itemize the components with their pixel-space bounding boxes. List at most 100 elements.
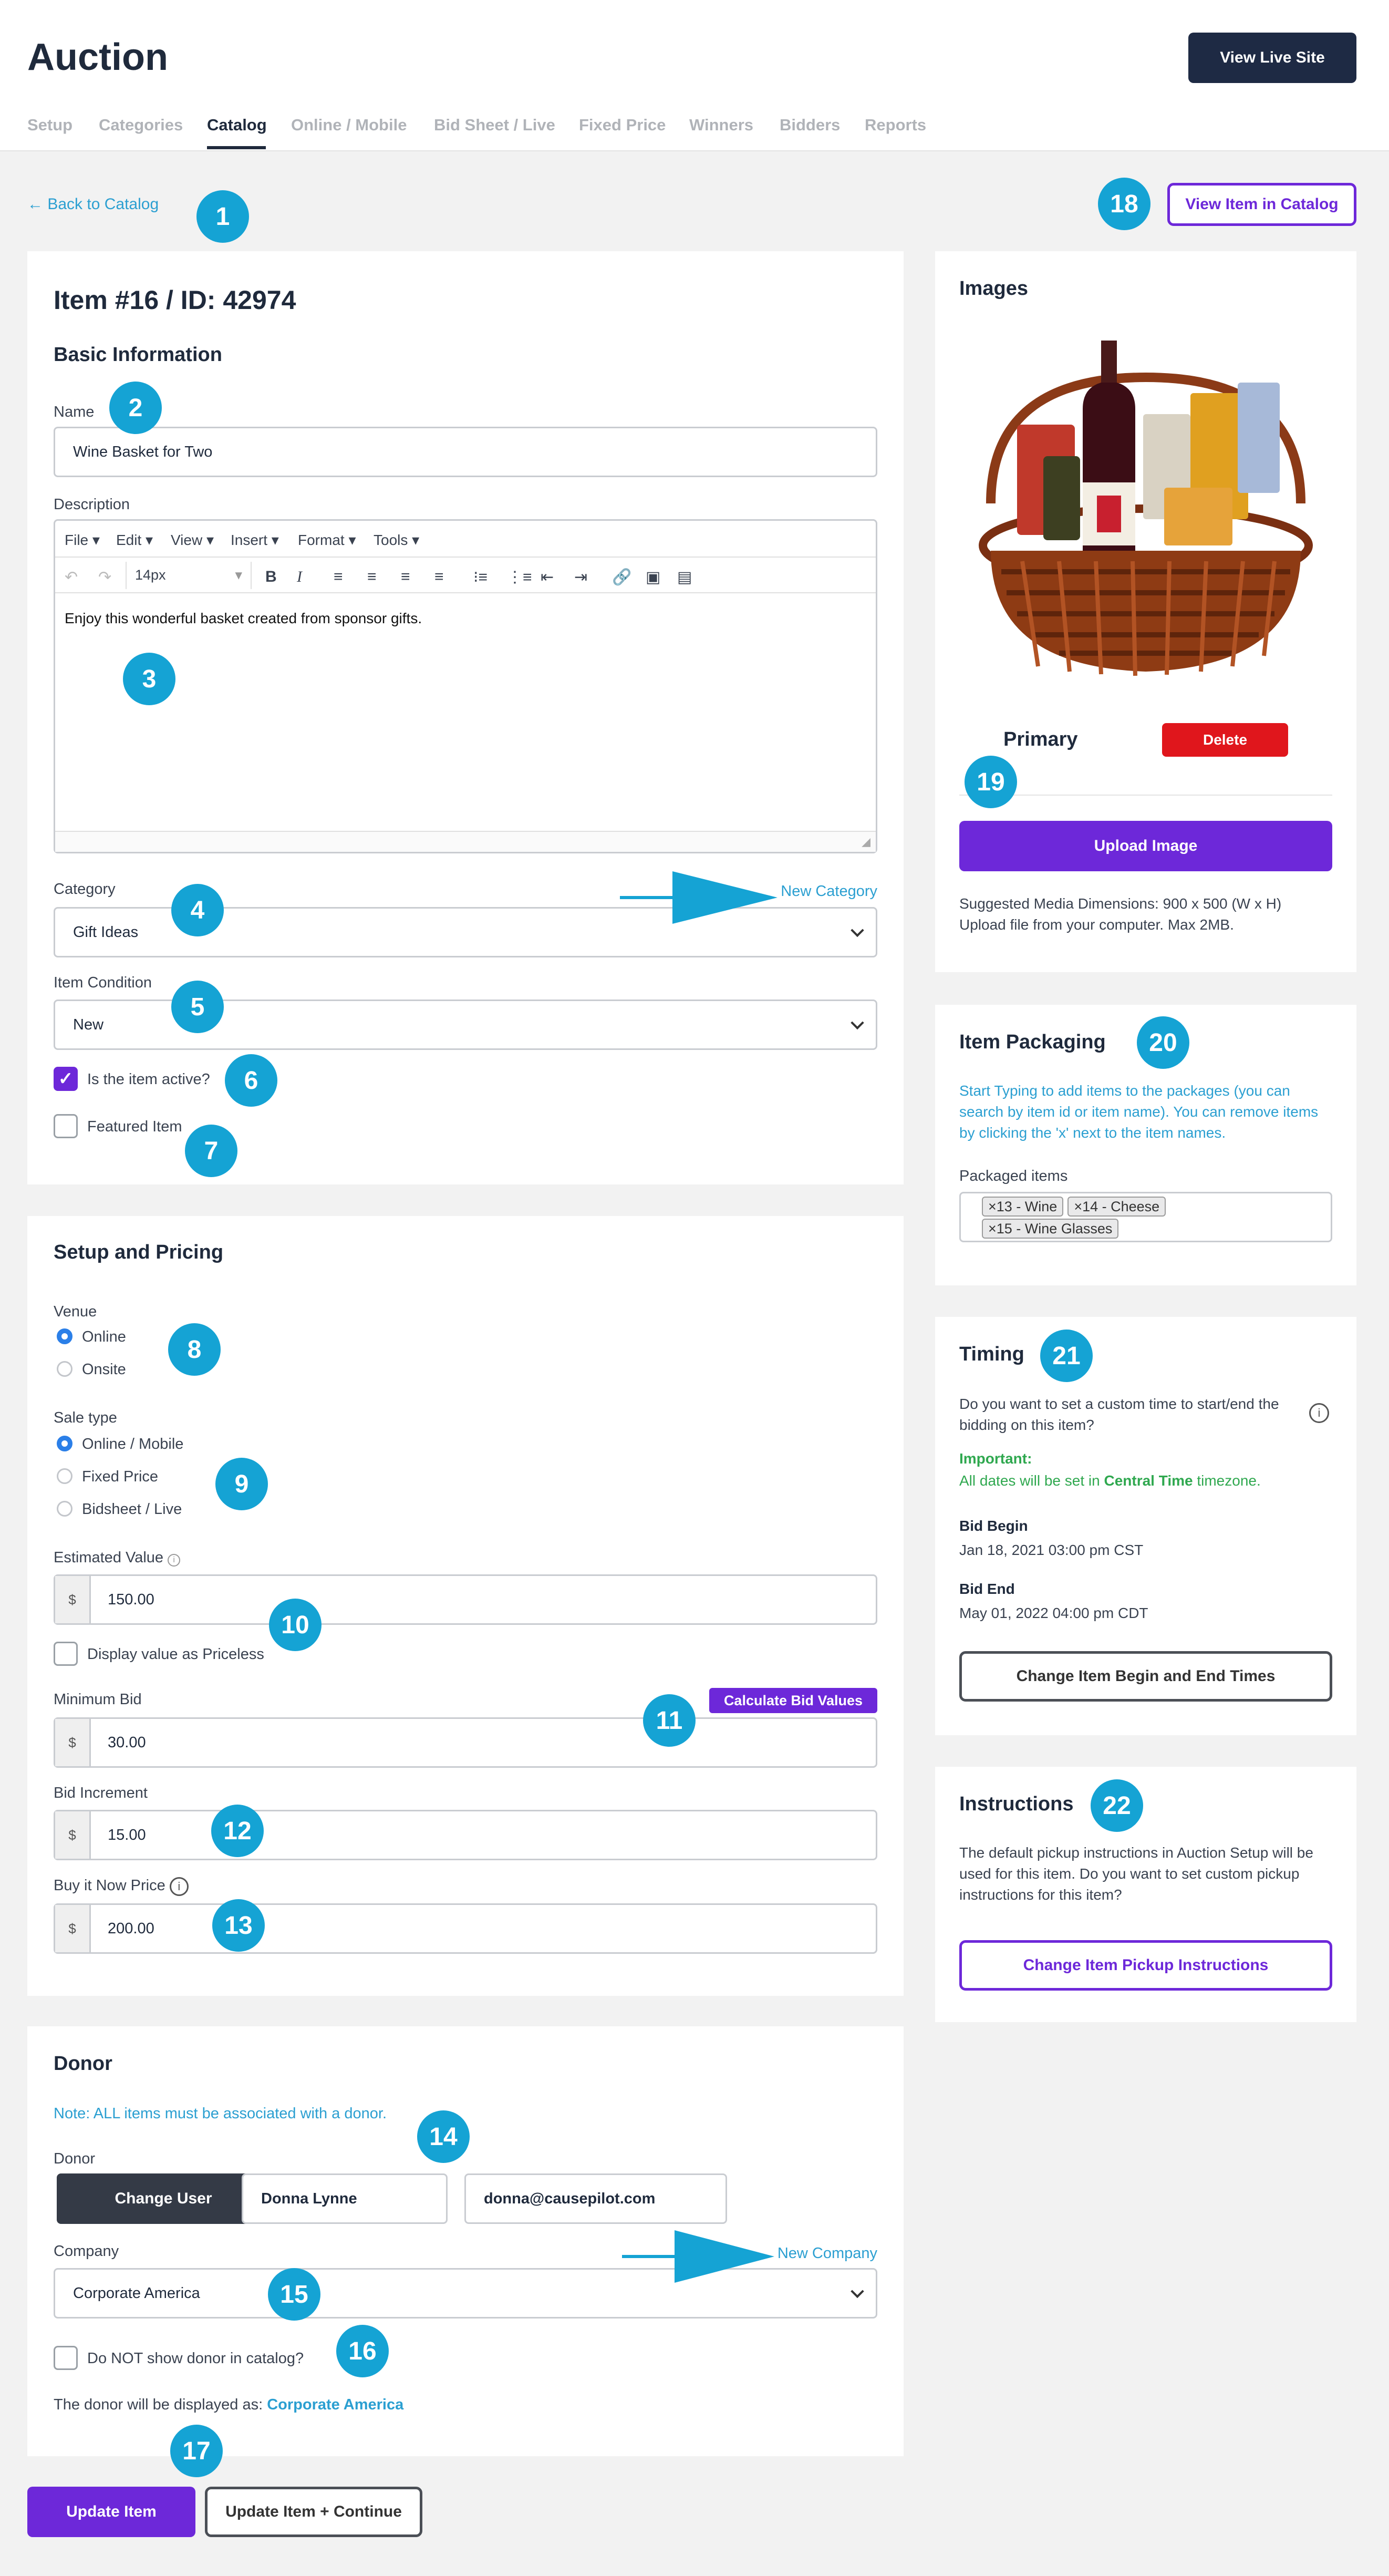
change-begin-end-times-button[interactable]: Change Item Begin and End Times	[959, 1651, 1332, 1702]
undo-icon[interactable]: ↶	[65, 568, 78, 586]
bid-end-value: May 01, 2022 04:00 pm CDT	[959, 1605, 1148, 1621]
priceless-label: Display value as Priceless	[87, 1646, 264, 1663]
tab-catalog[interactable]: Catalog	[207, 116, 267, 135]
info-icon[interactable]: i	[168, 1554, 181, 1567]
hide-donor-label: Do NOT show donor in catalog?	[87, 2350, 304, 2367]
tab-reports[interactable]: Reports	[865, 116, 926, 135]
align-justify-icon[interactable]: ≡	[434, 568, 444, 586]
donor-heading: Donor	[54, 2053, 112, 2075]
buy-now-label: Buy it Now Price i	[54, 1877, 189, 1896]
annotation-badge: 1	[196, 190, 249, 243]
annotation-badge: 5	[171, 981, 224, 1033]
upload-image-button[interactable]: Upload Image	[959, 821, 1332, 871]
venue-online-label: Online	[82, 1328, 126, 1345]
annotation-badge: 7	[185, 1125, 237, 1177]
bold-icon[interactable]: B	[265, 568, 277, 586]
remove-tag-icon[interactable]: ×	[988, 1221, 997, 1237]
tab-winners[interactable]: Winners	[689, 116, 753, 135]
align-center-icon[interactable]: ≡	[367, 568, 377, 586]
remove-tag-icon[interactable]: ×	[988, 1199, 997, 1214]
new-category-link[interactable]: New Category	[781, 883, 877, 900]
update-item-continue-button[interactable]: Update Item + Continue	[205, 2487, 422, 2537]
italic-icon[interactable]: I	[297, 568, 302, 586]
font-size-select[interactable]: 14px ▾	[126, 562, 252, 589]
donor-note: Note: ALL items must be associated with …	[54, 2105, 387, 2122]
editor-menu-format[interactable]: Format ▾	[298, 531, 356, 549]
view-item-in-catalog-button[interactable]: View Item in Catalog	[1167, 183, 1356, 226]
bullet-list-icon[interactable]: ⁝≡	[473, 568, 488, 586]
donor-email-field[interactable]: donna@causepilot.com	[464, 2173, 727, 2224]
buy-now-input[interactable]: $200.00	[54, 1903, 877, 1954]
timezone-name: Central Time	[1104, 1472, 1193, 1489]
important-label: Important:	[959, 1450, 1032, 1467]
donor-name-field[interactable]: Donna Lynne	[242, 2173, 448, 2224]
change-user-button[interactable]: Change User	[57, 2173, 270, 2224]
image-icon[interactable]: ▣	[646, 568, 660, 586]
packaged-items-input[interactable]: ×13 - Wine ×14 - Cheese ×15 - Wine Glasse…	[959, 1192, 1332, 1242]
sale-bidsheet-live-label: Bidsheet / Live	[82, 1501, 182, 1518]
estimated-value-input[interactable]: $150.00	[54, 1574, 877, 1625]
venue-online-radio[interactable]	[57, 1328, 72, 1344]
bid-increment-label: Bid Increment	[54, 1785, 148, 1801]
sale-bidsheet-live-radio[interactable]	[57, 1501, 72, 1517]
instructions-card: Instructions The default pickup instruct…	[935, 1767, 1356, 2022]
editor-menu-view[interactable]: View ▾	[171, 531, 214, 549]
active-checkbox[interactable]: ✓	[54, 1067, 78, 1091]
info-icon[interactable]: i	[169, 1877, 189, 1896]
view-live-site-button[interactable]: View Live Site	[1188, 33, 1356, 83]
package-tag[interactable]: ×14 - Cheese	[1067, 1197, 1166, 1217]
align-right-icon[interactable]: ≡	[401, 568, 410, 586]
tab-bid-sheet-live[interactable]: Bid Sheet / Live	[434, 116, 555, 135]
minimum-bid-label: Minimum Bid	[54, 1691, 142, 1708]
instructions-heading: Instructions	[959, 1793, 1074, 1815]
new-company-link[interactable]: New Company	[778, 2245, 877, 2262]
remove-tag-icon[interactable]: ×	[1074, 1199, 1082, 1214]
back-link-label: Back to Catalog	[47, 195, 159, 213]
description-text[interactable]: Enjoy this wonderful basket created from…	[65, 610, 422, 627]
sale-fixed-price-radio[interactable]	[57, 1468, 72, 1484]
hide-donor-checkbox[interactable]	[54, 2346, 78, 2370]
indent-icon[interactable]: ⇥	[574, 568, 587, 586]
chevron-down-icon: ▾	[235, 567, 242, 583]
featured-checkbox[interactable]	[54, 1114, 78, 1138]
info-icon[interactable]: i	[1309, 1403, 1329, 1423]
font-size-value: 14px	[135, 567, 166, 583]
buy-now-value: 200.00	[108, 1920, 154, 1937]
delete-image-button[interactable]: Delete	[1162, 723, 1288, 757]
editor-menu-file[interactable]: File ▾	[65, 531, 100, 549]
media-icon[interactable]: ▤	[677, 568, 692, 586]
venue-onsite-radio[interactable]	[57, 1361, 72, 1377]
bid-increment-value: 15.00	[108, 1826, 146, 1843]
outdent-icon[interactable]: ⇤	[541, 568, 554, 586]
sale-online-mobile-radio[interactable]	[57, 1436, 72, 1451]
redo-icon[interactable]: ↷	[98, 568, 111, 586]
tab-categories[interactable]: Categories	[99, 116, 183, 135]
calculate-bid-values-button[interactable]: Calculate Bid Values	[709, 1688, 877, 1713]
editor-menu-insert[interactable]: Insert ▾	[231, 531, 279, 549]
minimum-bid-input[interactable]: $30.00	[54, 1717, 877, 1768]
tab-setup[interactable]: Setup	[27, 116, 72, 135]
change-pickup-instructions-button[interactable]: Change Item Pickup Instructions	[959, 1940, 1332, 1991]
link-icon[interactable]: 🔗	[612, 568, 631, 586]
editor-menu-edit[interactable]: Edit ▾	[116, 531, 153, 549]
tab-online-mobile[interactable]: Online / Mobile	[291, 116, 407, 135]
item-name-input[interactable]: Wine Basket for Two	[54, 427, 877, 477]
update-item-button[interactable]: Update Item	[27, 2487, 195, 2537]
chevron-down-icon	[851, 923, 864, 937]
packaging-instructions: Start Typing to add items to the package…	[959, 1083, 1319, 1141]
resize-handle-icon[interactable]: ◢	[862, 835, 870, 849]
tab-fixed-price[interactable]: Fixed Price	[579, 116, 666, 135]
donor-display-value: Corporate America	[267, 2396, 404, 2413]
priceless-checkbox[interactable]	[54, 1642, 78, 1666]
page-title: Auction	[27, 36, 168, 78]
back-to-catalog-link[interactable]: ← Back to Catalog	[27, 195, 159, 213]
editor-menu-tools[interactable]: Tools ▾	[374, 531, 419, 549]
numbered-list-icon[interactable]: ⋮≡	[507, 568, 532, 586]
align-left-icon[interactable]: ≡	[334, 568, 343, 586]
bid-increment-input[interactable]: $15.00	[54, 1810, 877, 1860]
package-tag[interactable]: ×15 - Wine Glasses	[982, 1219, 1119, 1239]
tab-bidders[interactable]: Bidders	[780, 116, 840, 135]
name-label: Name	[54, 404, 95, 420]
package-tag[interactable]: ×13 - Wine	[982, 1197, 1064, 1217]
donor-display-text: The donor will be displayed as: Corporat…	[54, 2396, 404, 2413]
